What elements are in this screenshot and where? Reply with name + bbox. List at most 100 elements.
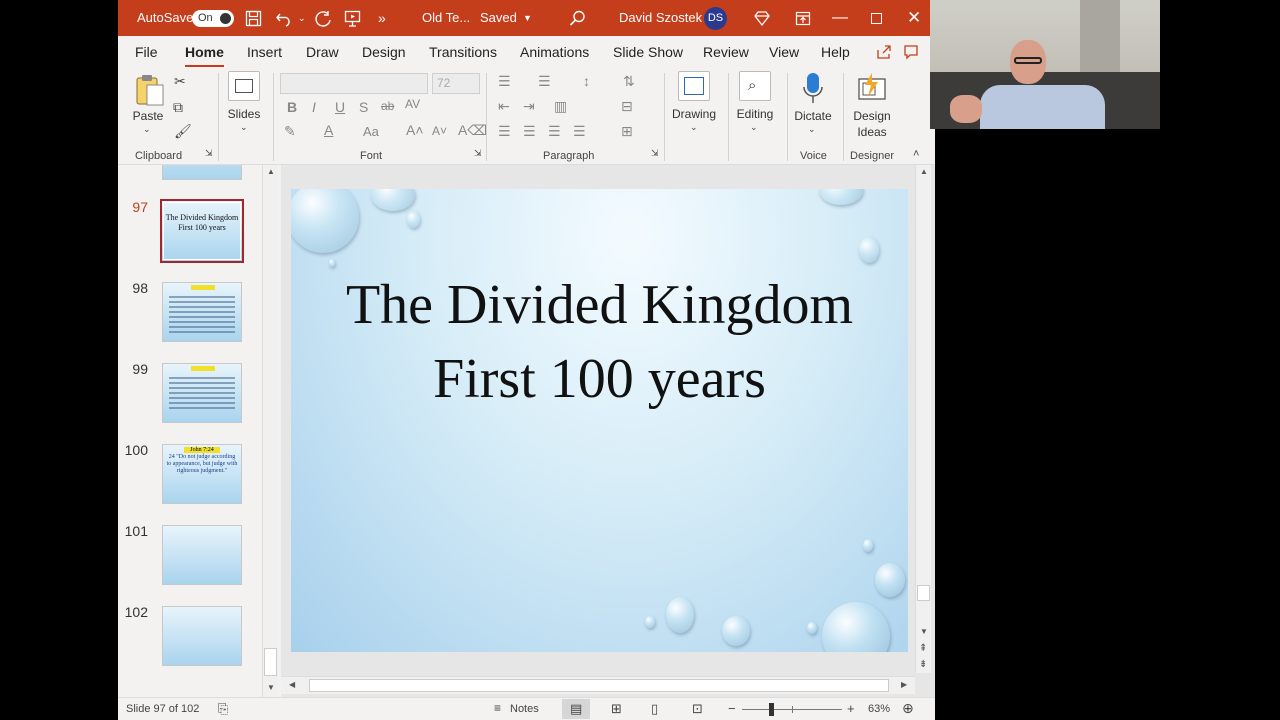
normal-view-icon[interactable]: ▤ (570, 701, 582, 717)
font-size-input[interactable]: 72 (432, 73, 480, 94)
editing-dropdown-icon[interactable]: ⌄ (750, 122, 758, 133)
accessibility-icon[interactable]: ⎘ (218, 701, 228, 717)
zoom-level[interactable]: 63% (868, 703, 890, 715)
italic-button[interactable]: I (312, 99, 316, 115)
font-family-input[interactable] (280, 73, 428, 94)
save-state-dropdown-icon[interactable]: ▼ (523, 0, 532, 36)
thumbnail-scrollbar[interactable]: ▲ ▼ (262, 165, 278, 697)
undo-icon[interactable] (275, 10, 293, 27)
current-slide[interactable]: The Divided Kingdom First 100 years (291, 189, 908, 652)
notes-icon[interactable]: ≡ (494, 701, 501, 715)
previous-slide-icon[interactable]: ⇞ (919, 643, 927, 654)
save-icon[interactable] (245, 10, 262, 27)
next-slide-icon[interactable]: ⇟ (919, 659, 927, 670)
ribbon-display-icon[interactable] (795, 11, 811, 27)
editor-scroll-up-icon[interactable]: ▲ (920, 167, 928, 176)
highlight-icon[interactable]: ✎ (284, 123, 296, 140)
align-right-icon[interactable]: ☰ (548, 123, 561, 140)
close-icon[interactable]: ✕ (907, 0, 921, 36)
clipboard-launcher-icon[interactable]: ⇲ (205, 148, 213, 159)
slides-dropdown-icon[interactable]: ⌄ (240, 122, 248, 133)
minimize-icon[interactable]: — (832, 0, 848, 36)
user-name[interactable]: David Szostek (619, 0, 702, 36)
slide-thumbnail-100[interactable]: John 7:24 24 "Do not judge according to … (162, 444, 242, 504)
bullets-icon[interactable]: ☰ (498, 73, 511, 90)
decrease-font-icon[interactable]: A˅ (432, 124, 447, 138)
microphone-icon[interactable] (802, 72, 824, 106)
line-spacing-icon[interactable]: ↕ (583, 73, 590, 89)
dictate-label[interactable]: Dictate (792, 109, 834, 123)
thumb-scroll-down-icon[interactable]: ▼ (267, 683, 275, 692)
drawing-label[interactable]: Drawing (670, 107, 718, 121)
tab-slide-show[interactable]: Slide Show (613, 44, 683, 60)
reading-view-icon[interactable]: ▯ (651, 701, 658, 717)
slide-thumbnail-partial[interactable] (162, 165, 242, 180)
slide-title-line1[interactable]: The Divided Kingdom (291, 273, 908, 337)
zoom-in-button[interactable]: + (847, 701, 855, 716)
tab-help[interactable]: Help (821, 44, 850, 60)
drawing-icon[interactable] (678, 71, 710, 101)
autosave-toggle[interactable]: On (192, 10, 234, 27)
change-case-button[interactable]: Aa (363, 124, 379, 139)
editor-scroll-right-icon[interactable]: ▶ (901, 680, 907, 689)
drawing-dropdown-icon[interactable]: ⌄ (690, 122, 698, 133)
underline-button[interactable]: U (335, 99, 345, 115)
align-left-icon[interactable]: ☰ (498, 123, 511, 140)
tab-view[interactable]: View (769, 44, 799, 60)
decrease-indent-icon[interactable]: ⇤ (498, 98, 510, 115)
columns-icon[interactable]: ▥ (554, 98, 567, 115)
format-painter-icon[interactable]: 🖌 (174, 123, 192, 140)
paste-dropdown-icon[interactable]: ⌄ (143, 124, 151, 135)
save-state[interactable]: Saved (480, 0, 517, 36)
strikethrough-button[interactable]: ab (381, 99, 394, 113)
editor-scroll-down-icon[interactable]: ▼ (920, 627, 928, 636)
search-icon[interactable] (569, 10, 586, 27)
align-text-icon[interactable]: ⊟ (621, 98, 633, 115)
increase-indent-icon[interactable]: ⇥ (523, 98, 535, 115)
slide-counter[interactable]: Slide 97 of 102 (126, 703, 199, 715)
zoom-slider[interactable] (742, 703, 842, 716)
thumb-scroll-thumb[interactable] (264, 648, 277, 676)
notes-button[interactable]: Notes (510, 703, 539, 715)
more-commands-icon[interactable]: » (378, 0, 386, 36)
tab-animations[interactable]: Animations (520, 44, 589, 60)
redo-icon[interactable] (314, 10, 332, 27)
avatar[interactable]: DS (704, 7, 727, 30)
editor-scroll-left-icon[interactable]: ◀ (289, 680, 295, 689)
tab-home[interactable]: Home (185, 44, 224, 68)
slide-title-line2[interactable]: First 100 years (291, 347, 908, 411)
justify-icon[interactable]: ☰ (573, 123, 586, 140)
tab-file[interactable]: File (135, 44, 158, 60)
clear-formatting-icon[interactable]: A⌫ (458, 122, 487, 139)
tab-transitions[interactable]: Transitions (429, 44, 497, 60)
cut-icon[interactable]: ✂ (174, 73, 186, 90)
editor-scroll-thumb[interactable] (917, 585, 930, 601)
smartart-icon[interactable]: ⊞ (621, 123, 633, 140)
share-icon[interactable] (876, 44, 892, 60)
zoom-out-button[interactable]: − (728, 701, 736, 716)
increase-font-icon[interactable]: A˄ (406, 122, 424, 138)
numbering-icon[interactable]: ☰ (538, 73, 551, 90)
slideshow-view-icon[interactable]: ⊡ (692, 701, 703, 717)
design-ideas-label-2[interactable]: Ideas (850, 125, 894, 139)
text-direction-icon[interactable]: ⇅ (623, 73, 635, 90)
paste-icon[interactable] (135, 73, 165, 107)
shadow-button[interactable]: S (359, 99, 368, 115)
char-spacing-button[interactable]: AV (405, 97, 420, 111)
document-title[interactable]: Old Te... (422, 0, 470, 36)
editing-icon[interactable]: ⌕ (739, 71, 771, 101)
fit-slide-icon[interactable]: ⊕ (902, 700, 914, 717)
tab-draw[interactable]: Draw (306, 44, 339, 60)
dictate-dropdown-icon[interactable]: ⌄ (808, 124, 816, 135)
maximize-icon[interactable] (871, 0, 882, 36)
comments-icon[interactable] (903, 44, 919, 60)
tab-design[interactable]: Design (362, 44, 406, 60)
zoom-slider-handle[interactable] (769, 703, 774, 716)
editor-vertical-scrollbar[interactable]: ▲ ▼ ⇞ ⇟ (915, 165, 931, 673)
new-slide-icon[interactable] (228, 71, 260, 101)
bold-button[interactable]: B (287, 99, 297, 115)
editing-label[interactable]: Editing (732, 107, 778, 121)
tab-review[interactable]: Review (703, 44, 749, 60)
start-slideshow-icon[interactable] (344, 10, 362, 27)
font-launcher-icon[interactable]: ⇲ (474, 148, 482, 159)
